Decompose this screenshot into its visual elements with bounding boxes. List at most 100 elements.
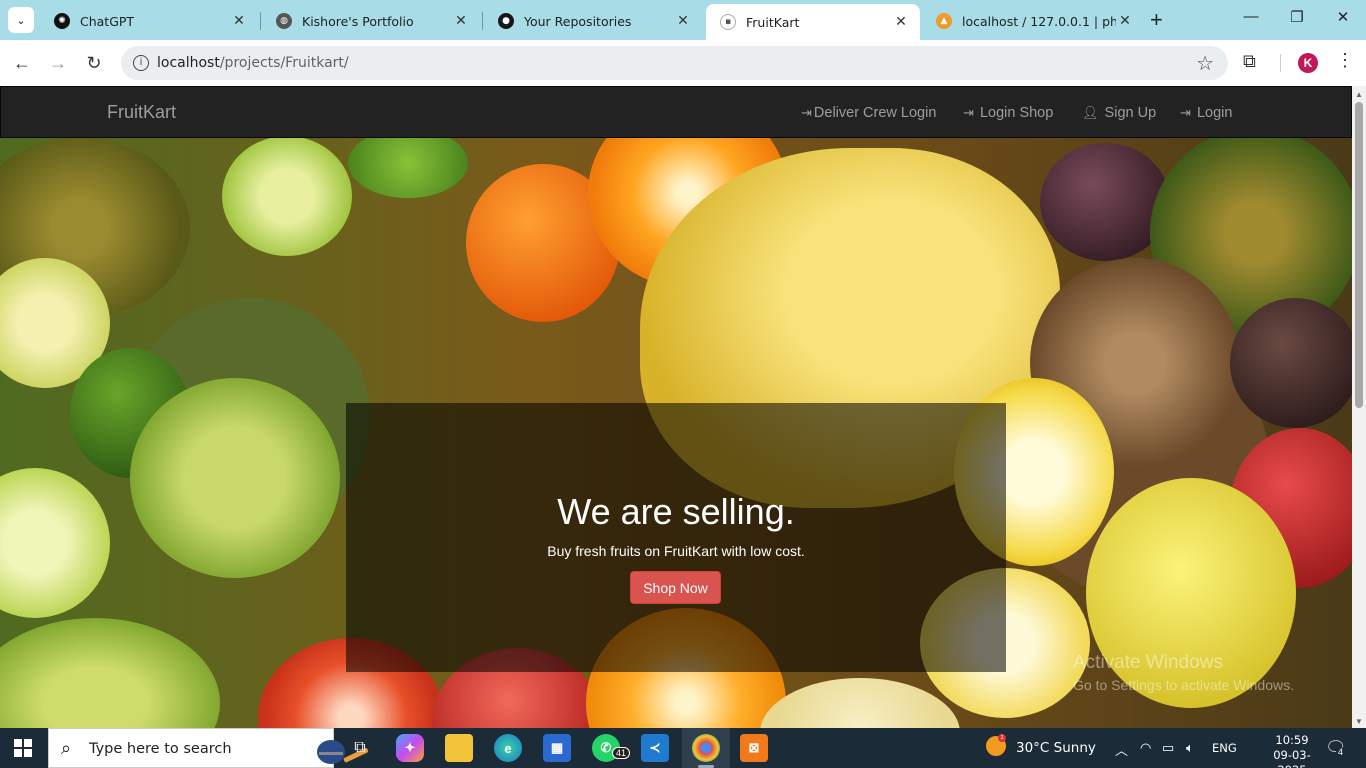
tab-repositories[interactable]: ● Your Repositories ✕ <box>484 6 702 36</box>
battery-icon[interactable]: ▭ <box>1162 740 1174 756</box>
whatsapp-badge: 41 <box>612 747 631 759</box>
scroll-thumb[interactable] <box>1355 102 1363 408</box>
microsoft-store-icon[interactable]: ▦ <box>543 734 571 762</box>
forward-button[interactable]: → <box>47 52 69 74</box>
clock-date: 09-03-2025 <box>1273 748 1311 768</box>
tab-portfolio[interactable]: ◍ Kishore's Portfolio ✕ <box>262 6 480 36</box>
chrome-icon[interactable] <box>692 734 720 762</box>
hero-overlay: We are selling. Buy fresh fruits on Frui… <box>346 403 1006 672</box>
tab-separator <box>260 12 261 30</box>
melon-shape <box>760 678 960 728</box>
site-info-icon[interactable]: i <box>133 55 149 71</box>
grapes-shape <box>130 378 340 578</box>
nav-label: Login Shop <box>979 105 1054 121</box>
notification-count: 4 <box>1336 747 1346 757</box>
tab-label: Your Repositories <box>524 13 632 29</box>
vscode-icon[interactable]: ≺ <box>641 734 669 762</box>
file-explorer-icon[interactable] <box>445 734 473 762</box>
sign-up-link[interactable]: 👤︎ Sign Up <box>1082 105 1156 121</box>
toolbar-divider <box>1280 54 1281 72</box>
browser-toolbar: ← → ↻ i localhost/projects/Fruitkart/ ☆ <box>0 40 1366 86</box>
menu-kebab-icon[interactable]: ⋮ <box>1336 50 1354 71</box>
phpmyadmin-icon: ▲ <box>936 13 952 29</box>
tab-label: localhost / 127.0.0.1 | phpMy <box>962 13 1116 29</box>
scroll-down-arrow-icon[interactable]: ▼ <box>1355 717 1363 726</box>
extensions-icon[interactable]: ⧉ <box>1243 51 1256 72</box>
hero-title: We are selling. <box>557 491 795 532</box>
login-link[interactable]: ⇥ Login <box>1180 105 1232 121</box>
bookmark-star-icon[interactable]: ☆ <box>1196 51 1214 76</box>
login-icon: ⇥ <box>801 105 812 120</box>
language-indicator[interactable]: ENG <box>1212 741 1237 755</box>
tab-fruitkart[interactable]: ▪ FruitKart ✕ <box>706 4 920 40</box>
activate-windows-hint: Go to Settings to activate Windows. <box>1073 677 1294 693</box>
search-icon: ⌕ <box>61 738 72 758</box>
close-icon[interactable]: ✕ <box>230 13 248 29</box>
tab-label: FruitKart <box>746 14 800 30</box>
copilot-icon[interactable]: ✦ <box>396 734 424 762</box>
shop-now-button[interactable]: Shop Now <box>630 571 721 604</box>
system-clock[interactable]: 10:59 09-03-2025 <box>1262 733 1322 768</box>
lime-shape <box>348 138 468 198</box>
tab-chatgpt[interactable]: ✺ ChatGPT ✕ <box>40 6 258 36</box>
windows-start-icon[interactable] <box>14 739 32 757</box>
lime-slice-shape <box>222 138 352 256</box>
nav-label: Sign Up <box>1104 105 1157 121</box>
page-scrollbar[interactable]: ▲ ▼ <box>1352 86 1366 728</box>
user-icon: 👤︎ <box>1082 105 1099 120</box>
close-icon[interactable]: ✕ <box>452 13 470 29</box>
lime-slice-shape <box>0 468 110 618</box>
url-path: /projects/Fruitkart/ <box>219 55 349 71</box>
site-brand[interactable]: FruitKart <box>107 102 176 123</box>
close-icon[interactable]: ✕ <box>1116 13 1134 29</box>
passionfruit-shape <box>1230 298 1352 428</box>
show-hidden-icons-chevron-icon[interactable]: ︿ <box>1115 740 1128 759</box>
new-tab-button[interactable]: + <box>1150 9 1163 31</box>
close-window-button[interactable]: ✕ <box>1320 8 1366 26</box>
url-host: localhost <box>157 55 220 71</box>
chatgpt-icon: ✺ <box>54 13 70 29</box>
edge-icon[interactable]: e <box>494 734 522 762</box>
xampp-icon[interactable]: ⊠ <box>740 734 768 762</box>
tab-label: Kishore's Portfolio <box>302 13 414 29</box>
weather-text[interactable]: 30°C Sunny <box>1016 740 1096 756</box>
volume-icon[interactable]: 🔈︎ <box>1186 740 1194 756</box>
close-icon[interactable]: ✕ <box>674 13 692 29</box>
tab-separator <box>482 12 483 30</box>
page-viewport: FruitKart ⇥ Deliver Crew Login ⇥ Login Sh… <box>0 86 1352 728</box>
hero-fruit-background: We are selling. Buy fresh fruits on Frui… <box>0 138 1352 728</box>
globe-icon: ◍ <box>276 13 292 29</box>
deliver-crew-login-link[interactable]: ⇥ Deliver Crew Login <box>801 105 936 121</box>
banana-shape <box>0 618 220 728</box>
restore-button[interactable]: ❐ <box>1274 8 1320 26</box>
login-icon: ⇥ <box>1180 105 1191 120</box>
profile-avatar[interactable]: K <box>1298 53 1318 73</box>
browser-tab-strip: ⌄ ✺ ChatGPT ✕ ◍ Kishore's Portfolio ✕ ● … <box>0 0 1366 40</box>
nav-label: Deliver Crew Login <box>813 105 937 121</box>
url-text[interactable]: localhost/projects/Fruitkart/ <box>157 55 349 71</box>
windows-taskbar: ⌕ Type here to search ⧉ ✦ e ▦ ✆ 41 ≺ ⊠ 1… <box>0 728 1366 768</box>
login-icon: ⇥ <box>963 105 974 120</box>
github-icon: ● <box>498 13 514 29</box>
tab-label: ChatGPT <box>80 13 135 29</box>
activate-windows-watermark: Activate Windows <box>1073 652 1223 673</box>
page-icon: ▪ <box>720 14 736 30</box>
taskbar-search-box[interactable]: ⌕ Type here to search <box>48 728 369 768</box>
task-view-icon[interactable]: ⧉ <box>346 734 374 762</box>
reload-button[interactable]: ↻ <box>83 52 105 74</box>
login-shop-link[interactable]: ⇥ Login Shop <box>963 105 1053 121</box>
tab-search-button[interactable]: ⌄ <box>8 7 34 33</box>
nav-label: Login <box>1196 105 1233 121</box>
hero-subtitle: Buy fresh fruits on FruitKart with low c… <box>547 543 805 559</box>
site-navbar: FruitKart ⇥ Deliver Crew Login ⇥ Login Sh… <box>0 86 1352 138</box>
wifi-icon[interactable]: ◠ <box>1140 740 1151 756</box>
tab-phpmyadmin[interactable]: ▲ localhost / 127.0.0.1 | phpMy ✕ <box>922 6 1144 36</box>
clock-time: 10:59 <box>1275 733 1309 747</box>
close-icon[interactable]: ✕ <box>892 14 910 30</box>
minimize-button[interactable]: — <box>1228 8 1274 25</box>
weather-alert-badge: 1 <box>998 734 1006 742</box>
address-bar[interactable]: i localhost/projects/Fruitkart/ ☆ <box>121 46 1228 80</box>
search-placeholder: Type here to search <box>89 741 232 757</box>
back-button[interactable]: ← <box>11 52 33 74</box>
scroll-up-arrow-icon[interactable]: ▲ <box>1355 90 1363 99</box>
